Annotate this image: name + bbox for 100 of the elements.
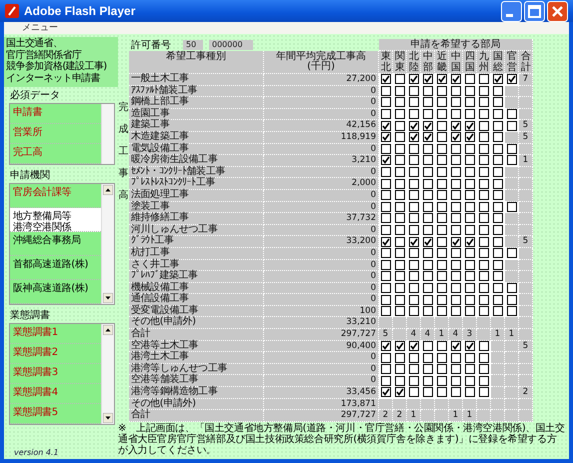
checkbox[interactable]	[436, 340, 446, 351]
checkbox[interactable]	[464, 271, 474, 282]
checkbox[interactable]	[408, 271, 418, 282]
checkbox[interactable]	[436, 294, 446, 305]
checkbox[interactable]	[394, 225, 404, 236]
checkbox[interactable]	[464, 190, 474, 200]
checkbox[interactable]	[422, 213, 432, 224]
checkbox[interactable]	[464, 294, 474, 305]
checkbox[interactable]	[422, 387, 432, 398]
checkbox[interactable]	[422, 74, 432, 84]
scroll-down-icon[interactable]	[103, 293, 113, 303]
checkbox[interactable]	[394, 155, 404, 166]
checkbox[interactable]	[422, 178, 432, 189]
checkbox[interactable]	[380, 248, 390, 258]
checkbox[interactable]	[492, 202, 502, 212]
checkbox[interactable]	[408, 190, 418, 200]
checkbox[interactable]	[492, 260, 502, 270]
list-item[interactable]: 営業所	[10, 124, 101, 144]
checkbox[interactable]	[450, 132, 460, 142]
checkbox[interactable]	[394, 178, 404, 189]
checkbox[interactable]	[506, 144, 516, 154]
checkbox[interactable]	[394, 213, 404, 224]
checkbox[interactable]	[408, 294, 418, 305]
checkbox[interactable]	[450, 282, 460, 293]
checkbox[interactable]	[450, 376, 460, 386]
checkbox[interactable]	[394, 120, 404, 131]
checkbox[interactable]	[492, 97, 502, 108]
checkbox[interactable]	[380, 97, 390, 108]
checkbox[interactable]	[394, 271, 404, 282]
checkbox[interactable]	[380, 364, 390, 374]
checkbox[interactable]	[380, 260, 390, 270]
checkbox[interactable]	[436, 144, 446, 154]
checkbox[interactable]	[450, 271, 460, 282]
checkbox[interactable]	[450, 387, 460, 398]
checkbox[interactable]	[436, 282, 446, 293]
checkbox[interactable]	[450, 155, 460, 166]
checkbox[interactable]	[450, 167, 460, 178]
checkbox[interactable]	[436, 376, 446, 386]
checkbox[interactable]	[380, 120, 390, 131]
checkbox[interactable]	[422, 86, 432, 96]
checkbox[interactable]	[492, 86, 502, 96]
checkbox[interactable]	[422, 109, 432, 120]
checkbox[interactable]	[422, 260, 432, 270]
checkbox[interactable]	[394, 86, 404, 96]
checkbox[interactable]	[478, 144, 488, 154]
checkbox[interactable]	[408, 74, 418, 84]
list-item[interactable]: 業態調書4	[10, 384, 101, 404]
checkbox[interactable]	[422, 97, 432, 108]
checkbox[interactable]	[394, 74, 404, 84]
checkbox[interactable]	[394, 236, 404, 247]
checkbox[interactable]	[408, 225, 418, 236]
checkbox[interactable]	[492, 236, 502, 247]
checkbox[interactable]	[450, 260, 460, 270]
checkbox[interactable]	[380, 213, 390, 224]
checkbox[interactable]	[464, 282, 474, 293]
checkbox[interactable]	[380, 306, 390, 316]
checkbox[interactable]	[436, 364, 446, 374]
checkbox[interactable]	[450, 340, 460, 351]
checkbox[interactable]	[408, 144, 418, 154]
checkbox[interactable]	[450, 294, 460, 305]
checkbox[interactable]	[380, 86, 390, 96]
checkbox[interactable]	[492, 120, 502, 131]
checkbox[interactable]	[464, 352, 474, 363]
checkbox[interactable]	[478, 178, 488, 189]
menu-item[interactable]: メニュー	[22, 22, 58, 34]
checkbox[interactable]	[408, 260, 418, 270]
scrollbar[interactable]	[101, 104, 114, 164]
checkbox[interactable]	[408, 109, 418, 120]
checkbox[interactable]	[450, 74, 460, 84]
checkbox[interactable]	[422, 120, 432, 131]
checkbox[interactable]	[478, 213, 488, 224]
checkbox[interactable]	[464, 260, 474, 270]
checkbox[interactable]	[464, 340, 474, 351]
checkbox[interactable]	[450, 202, 460, 212]
checkbox[interactable]	[464, 155, 474, 166]
checkbox[interactable]	[478, 132, 488, 142]
close-button[interactable]	[547, 0, 568, 22]
checkbox[interactable]	[422, 155, 432, 166]
checkbox[interactable]	[464, 120, 474, 131]
list-item[interactable]: 業態調書3	[10, 364, 101, 384]
checkbox[interactable]	[394, 387, 404, 398]
checkbox[interactable]	[380, 178, 390, 189]
checkbox[interactable]	[436, 225, 446, 236]
checkbox[interactable]	[394, 282, 404, 293]
checkbox[interactable]	[464, 167, 474, 178]
checkbox[interactable]	[436, 97, 446, 108]
checkbox[interactable]	[422, 282, 432, 293]
checkbox[interactable]	[506, 109, 516, 120]
checkbox[interactable]	[380, 294, 390, 305]
checkbox[interactable]	[492, 271, 502, 282]
checkbox[interactable]	[408, 86, 418, 96]
checkbox[interactable]	[436, 155, 446, 166]
checkbox[interactable]	[408, 155, 418, 166]
checkbox[interactable]	[394, 376, 404, 386]
checkbox[interactable]	[422, 190, 432, 200]
list-item[interactable]: 申請書	[10, 104, 101, 124]
checkbox[interactable]	[450, 248, 460, 258]
checkbox[interactable]	[380, 132, 390, 142]
checkbox[interactable]	[394, 167, 404, 178]
checkbox[interactable]	[506, 155, 516, 166]
